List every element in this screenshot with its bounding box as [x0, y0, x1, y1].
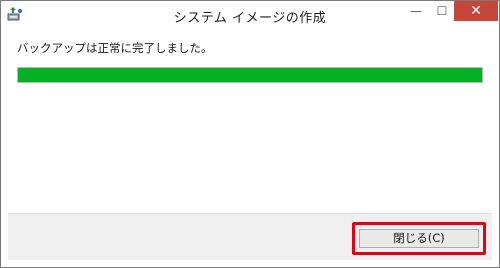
- minimize-icon: —: [410, 3, 422, 18]
- dialog-footer: 閉じる(C): [8, 213, 492, 260]
- close-icon: ✕: [470, 2, 482, 19]
- dialog-window: システム イメージの作成 — ☐ ✕ バックアップは正常に完了しました。 閉じる…: [0, 0, 500, 268]
- maximize-button[interactable]: ☐: [429, 0, 455, 21]
- progress-bar: [17, 67, 483, 83]
- progress-bar-fill: [18, 68, 482, 82]
- close-button[interactable]: 閉じる(C): [359, 229, 479, 248]
- minimize-button[interactable]: —: [403, 0, 429, 21]
- content-area: バックアップは正常に完了しました。: [8, 31, 492, 213]
- title-bar[interactable]: システム イメージの作成 — ☐ ✕: [0, 0, 500, 32]
- close-window-button[interactable]: ✕: [454, 0, 498, 21]
- maximize-icon: ☐: [436, 3, 448, 18]
- status-message: バックアップは正常に完了しました。: [17, 41, 213, 55]
- close-button-highlight: 閉じる(C): [352, 222, 486, 255]
